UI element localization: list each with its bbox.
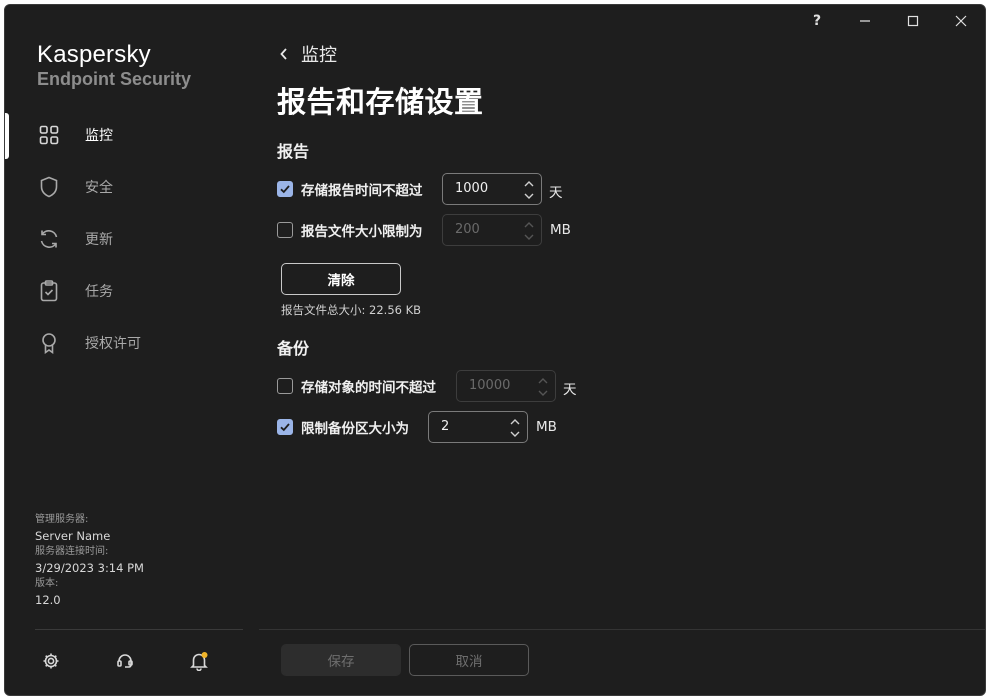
checkmark-icon <box>280 185 290 194</box>
report-store-time-input[interactable]: 1000 <box>442 173 542 205</box>
checkmark-icon <box>280 423 290 432</box>
sidebar-item-label: 任务 <box>85 284 113 300</box>
spin-value: 10000 <box>469 378 511 393</box>
brand-name: Kaspersky <box>37 41 151 68</box>
monitoring-grid-icon <box>37 123 61 147</box>
sidebar-item-security[interactable]: 安全 <box>5 161 259 213</box>
connection-time-label: 服务器连接时间: <box>35 546 109 557</box>
backup-size-limit-input[interactable]: 2 <box>428 411 528 443</box>
section-heading-backup: 备份 <box>277 339 310 358</box>
spin-arrows-icon[interactable] <box>507 414 523 442</box>
report-size-limit-input[interactable]: 200 <box>442 214 542 246</box>
sidebar-item-label: 更新 <box>85 232 113 248</box>
spin-value: 2 <box>441 419 450 434</box>
spin-arrows-icon[interactable] <box>521 217 537 245</box>
unit-label: MB <box>536 419 557 435</box>
unit-label: MB <box>550 222 571 238</box>
server-value: Server Name <box>35 529 111 543</box>
section-heading-reports: 报告 <box>277 142 310 161</box>
backup-size-limit-label: 限制备份区大小为 <box>301 421 409 437</box>
refresh-icon <box>37 227 61 251</box>
version-value: 12.0 <box>35 593 61 607</box>
report-size-limit-row: 报告文件大小限制为 <box>277 214 423 246</box>
back-navigation[interactable]: 监控 <box>279 41 337 67</box>
page-title: 报告和存储设置 <box>277 85 484 119</box>
save-button[interactable]: 保存 <box>281 644 401 676</box>
report-store-time-label: 存储报告时间不超过 <box>301 183 423 199</box>
report-total-size: 报告文件总大小: 22.56 KB <box>281 303 422 317</box>
clear-reports-button[interactable]: 清除 <box>281 263 401 295</box>
unit-label: 天 <box>549 185 563 201</box>
clipboard-icon <box>37 279 61 303</box>
sidebar-item-label: 授权许可 <box>85 336 141 352</box>
main-panel: 监控 报告和存储设置 报告 存储报告时间不超过 1000 天 报告文件大小限制为 <box>259 5 985 695</box>
license-ribbon-icon <box>37 331 61 355</box>
version-label: 版本: <box>35 578 59 589</box>
sidebar-item-tasks[interactable]: 任务 <box>5 265 259 317</box>
brand-logo: Kaspersky Endpoint Security <box>37 41 191 91</box>
notification-bell-icon[interactable] <box>187 649 211 673</box>
footer-divider <box>259 629 985 630</box>
sidebar-item-license[interactable]: 授权许可 <box>5 317 259 369</box>
back-label: 监控 <box>301 45 337 66</box>
sidebar: Kaspersky Endpoint Security 监控 安全 更新 任务 … <box>5 5 259 695</box>
cancel-button[interactable]: 取消 <box>409 644 529 676</box>
report-size-limit-label: 报告文件大小限制为 <box>301 224 423 240</box>
sidebar-item-update[interactable]: 更新 <box>5 213 259 265</box>
support-icon[interactable] <box>113 649 137 673</box>
server-label: 管理服务器: <box>35 514 89 525</box>
sidebar-bottom-toolbar <box>5 649 259 673</box>
sidebar-item-label: 安全 <box>85 180 113 196</box>
spin-arrows-icon[interactable] <box>521 176 537 204</box>
report-store-time-row: 存储报告时间不超过 <box>277 173 423 205</box>
sidebar-divider <box>35 629 243 630</box>
chevron-left-icon <box>280 48 287 60</box>
spin-value: 200 <box>455 222 480 237</box>
app-window: ? Kaspersky Endpoint Security 监控 安全 更新 任… <box>4 4 986 696</box>
report-size-limit-checkbox[interactable] <box>277 222 293 238</box>
connection-time-value: 3/29/2023 3:14 PM <box>35 561 144 575</box>
sidebar-item-monitoring[interactable]: 监控 <box>5 109 259 161</box>
sidebar-item-label: 监控 <box>85 128 113 144</box>
shield-icon <box>37 175 61 199</box>
backup-store-time-label: 存储对象的时间不超过 <box>301 380 436 396</box>
backup-size-limit-row: 限制备份区大小为 <box>277 411 409 443</box>
backup-store-time-checkbox[interactable] <box>277 378 293 394</box>
backup-size-limit-checkbox[interactable] <box>277 419 293 435</box>
unit-label: 天 <box>563 382 577 398</box>
backup-store-time-input[interactable]: 10000 <box>456 370 556 402</box>
gear-icon[interactable] <box>39 649 63 673</box>
server-info: 管理服务器: Server Name 服务器连接时间: 3/29/2023 3:… <box>35 512 144 608</box>
spin-arrows-icon[interactable] <box>535 373 551 401</box>
sidebar-nav: 监控 安全 更新 任务 授权许可 <box>5 109 259 369</box>
report-store-time-checkbox[interactable] <box>277 181 293 197</box>
backup-store-time-row: 存储对象的时间不超过 <box>277 370 436 402</box>
spin-value: 1000 <box>455 181 489 196</box>
brand-product: Endpoint Security <box>37 69 192 89</box>
